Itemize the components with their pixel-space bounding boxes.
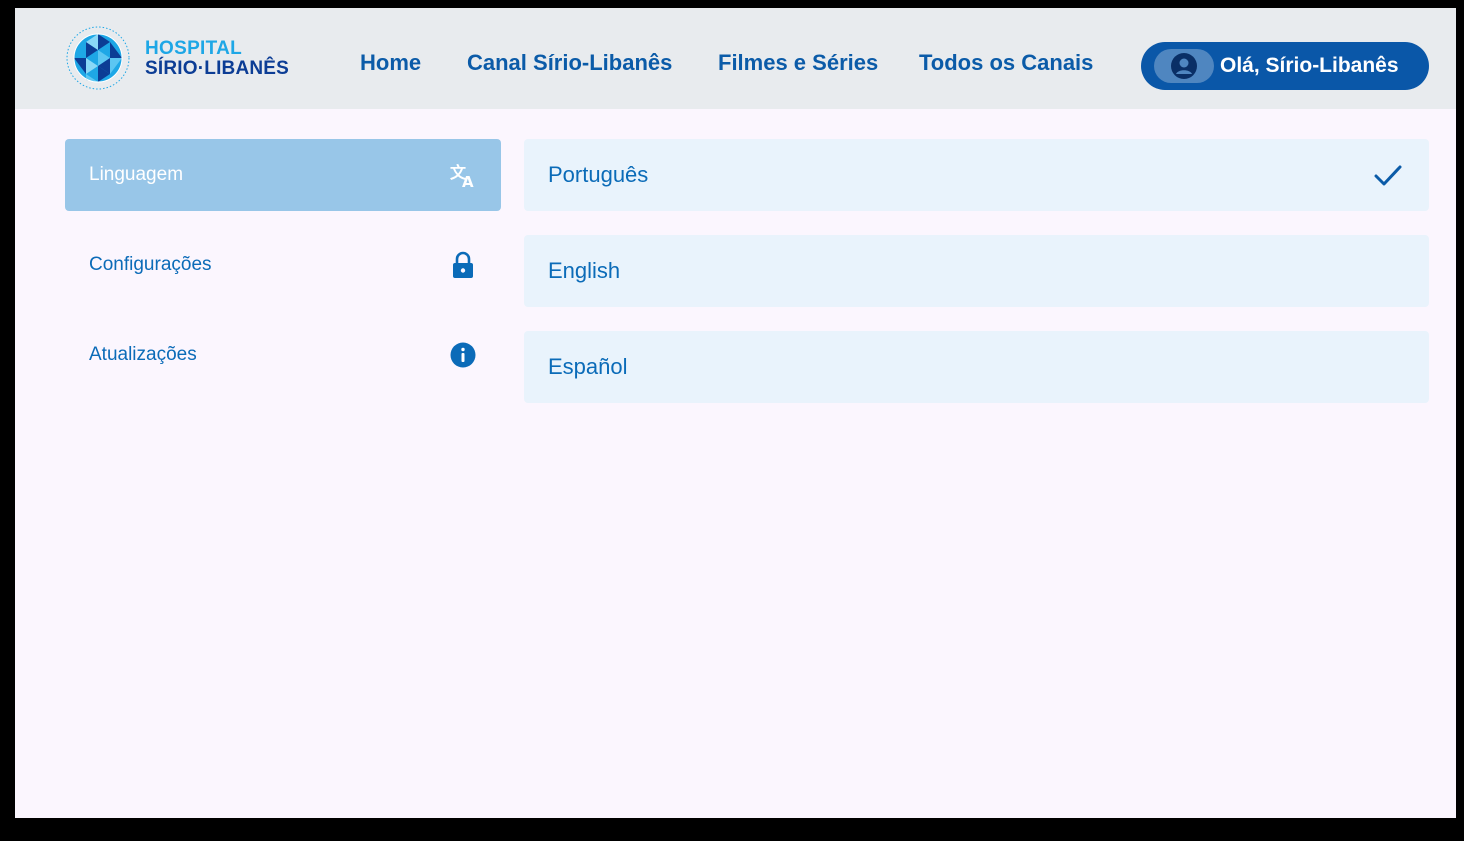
sidebar-item-label: Linguagem [89, 164, 184, 185]
info-icon [449, 341, 477, 369]
language-option-espanol[interactable]: Español [524, 331, 1429, 403]
sidebar-item-label: Atualizações [89, 344, 197, 365]
logo-line-2: SÍRIO·LIBANÊS [145, 57, 290, 79]
user-profile-button[interactable]: Olá, Sírio-Libanês [1141, 42, 1429, 90]
nav-canal-sirio-libanes[interactable]: Canal Sírio-Libanês [467, 50, 672, 76]
nav-home[interactable]: Home [360, 50, 421, 76]
svg-text:A: A [462, 173, 474, 189]
user-avatar-icon [1171, 53, 1197, 79]
language-option-label: English [548, 258, 621, 283]
lock-icon [449, 251, 477, 279]
hospital-emblem-icon [66, 26, 130, 90]
language-option-label: Español [548, 354, 628, 379]
language-option-portugues[interactable]: Português [524, 139, 1429, 211]
sidebar-item-configuracoes[interactable]: Configurações [65, 229, 501, 301]
top-navigation-bar: HOSPITAL SÍRIO·LIBANÊS Home Canal Sírio-… [15, 8, 1456, 109]
nav-filmes-e-series[interactable]: Filmes e Séries [718, 50, 878, 76]
hospital-logo[interactable]: HOSPITAL SÍRIO·LIBANÊS [65, 25, 289, 91]
user-avatar [1154, 49, 1214, 83]
translate-icon: 文 A [449, 161, 477, 189]
app-screen: HOSPITAL SÍRIO·LIBANÊS Home Canal Sírio-… [15, 8, 1456, 818]
checkmark-icon [1374, 165, 1402, 186]
user-greeting: Olá, Sírio-Libanês [1220, 54, 1399, 77]
sidebar-item-atualizacoes[interactable]: Atualizações [65, 319, 501, 391]
language-option-label: Português [548, 162, 649, 187]
logo-wordmark: HOSPITAL SÍRIO·LIBANÊS [145, 39, 289, 78]
logo-line-1: HOSPITAL [145, 37, 243, 59]
sidebar-item-linguagem[interactable]: Linguagem 文 A [65, 139, 501, 211]
language-option-english[interactable]: English [524, 235, 1429, 307]
nav-todos-os-canais[interactable]: Todos os Canais [919, 50, 1093, 76]
sidebar-item-label: Configurações [89, 254, 212, 275]
